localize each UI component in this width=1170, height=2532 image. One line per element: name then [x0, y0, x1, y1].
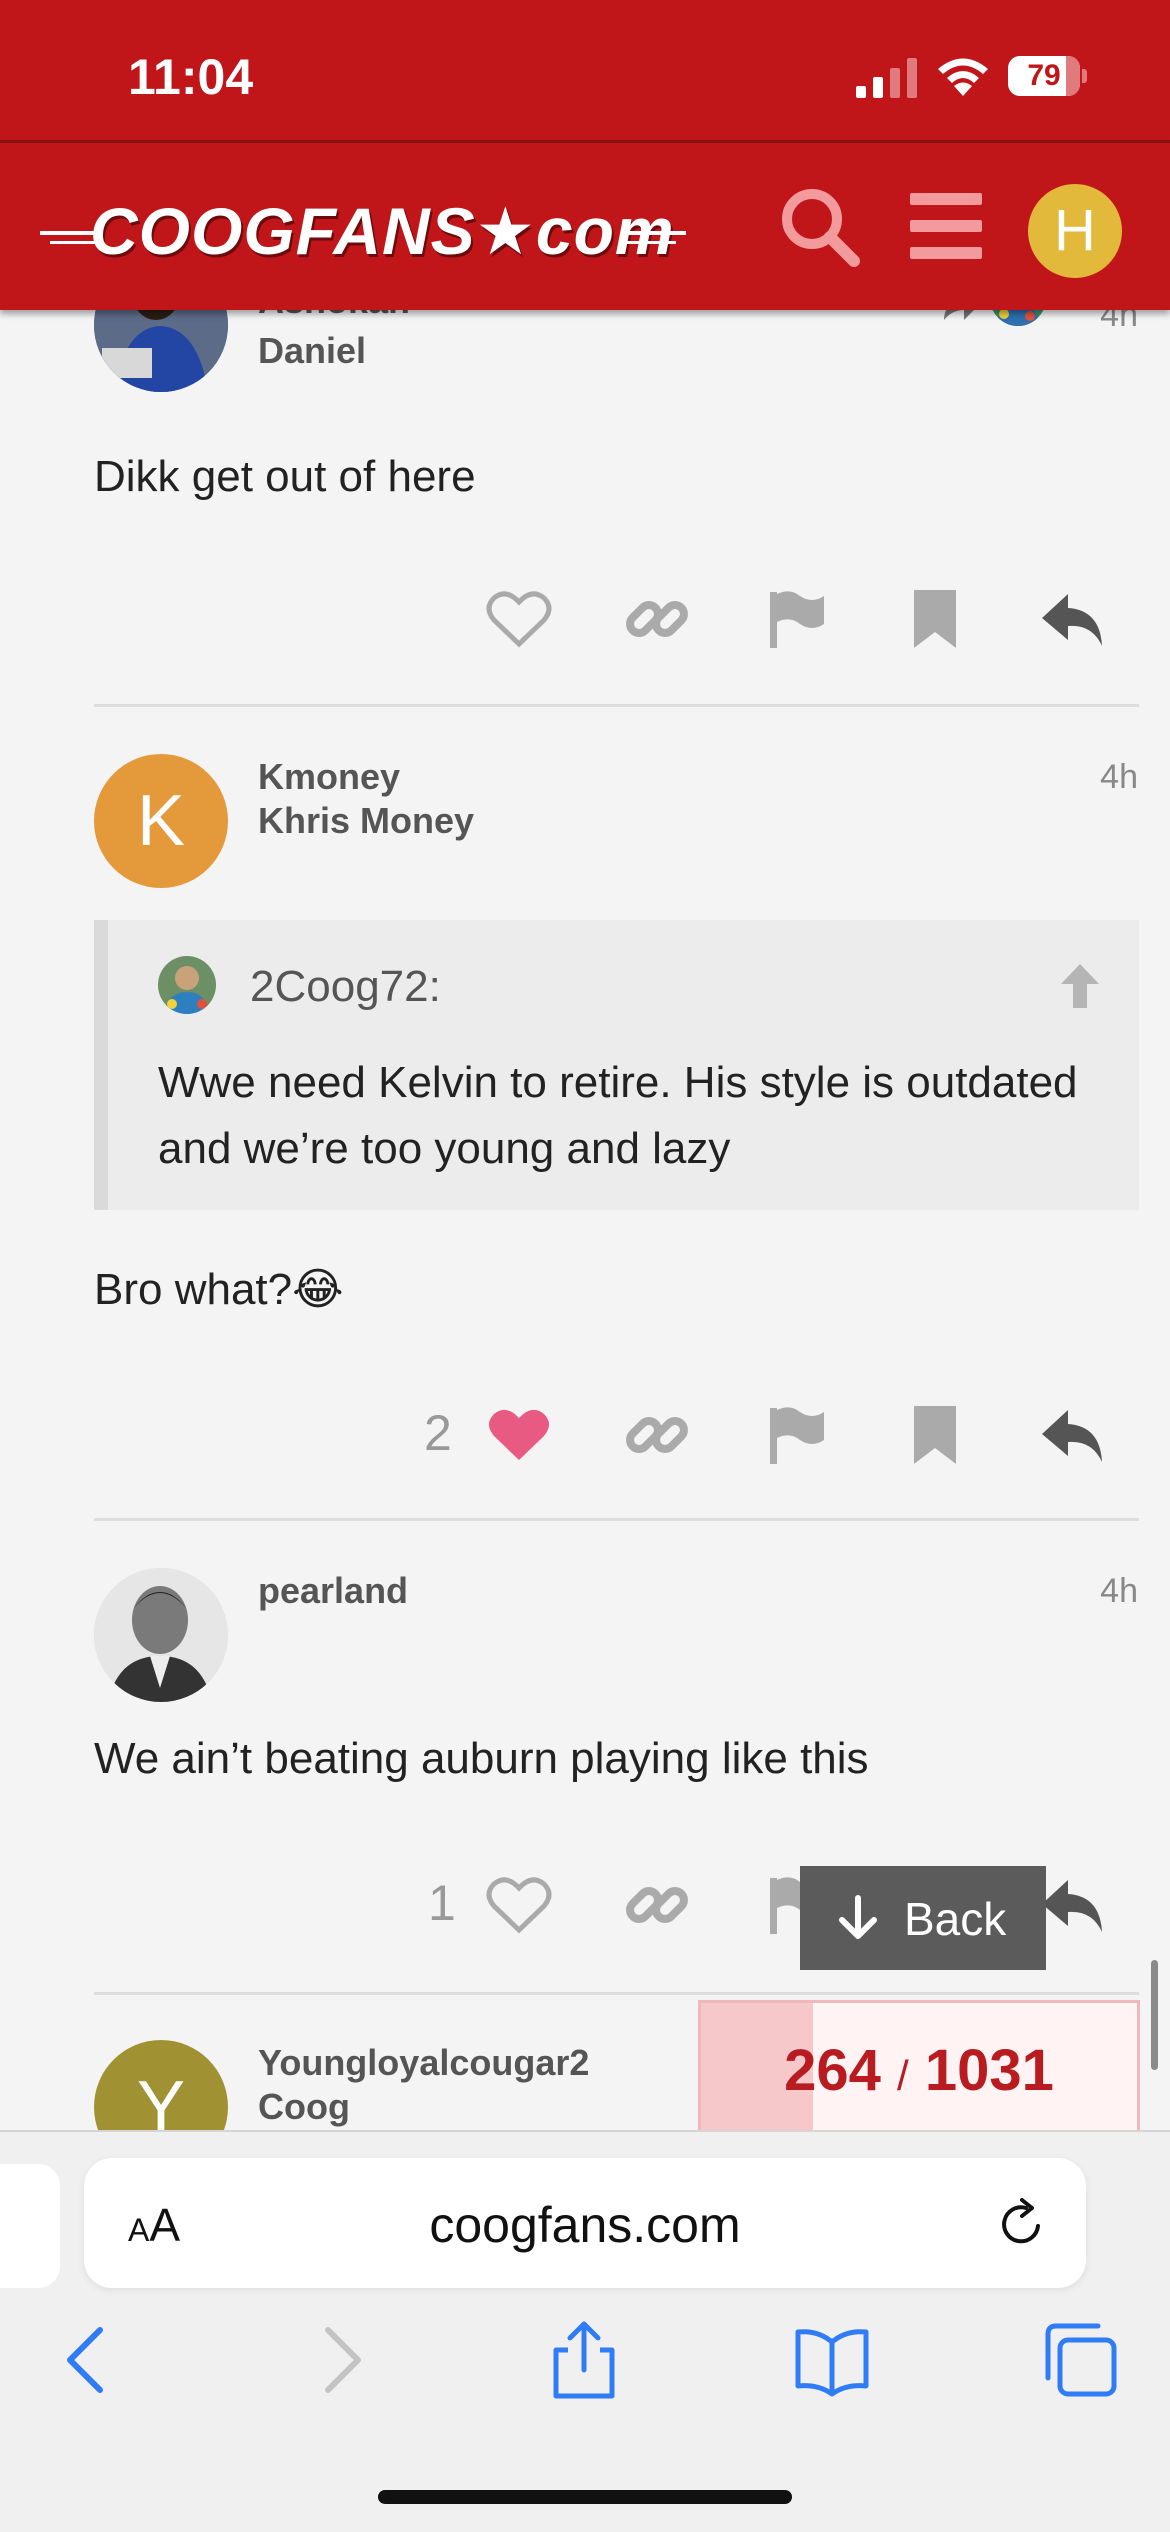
flag-icon[interactable] [762, 1400, 832, 1470]
reply-to-avatar[interactable] [990, 310, 1046, 326]
url-text[interactable]: coogfans.com [84, 2196, 1086, 2254]
post-username[interactable]: Daniel [258, 330, 366, 372]
previous-tab[interactable] [0, 2164, 60, 2288]
post-divider [94, 1992, 1139, 1995]
progress-total: 1031 [924, 2038, 1054, 2103]
avatar[interactable]: Y [94, 2040, 228, 2130]
arrow-up-icon[interactable] [1053, 958, 1107, 1012]
like-count[interactable]: 1 [428, 1874, 456, 1932]
back-nav-icon[interactable] [48, 2320, 128, 2400]
post-full-name[interactable]: Coog [258, 2086, 350, 2128]
post-username-top[interactable]: Ashokan [258, 310, 410, 322]
tabs-icon[interactable] [1040, 2320, 1120, 2400]
back-button-label: Back [904, 1893, 1007, 1945]
avatar[interactable]: K [94, 754, 228, 888]
site-header: COOGFANS★com H [0, 140, 1170, 310]
post-time[interactable]: 4h [1100, 310, 1138, 335]
user-avatar-button[interactable]: H [1028, 184, 1122, 278]
flag-icon[interactable] [762, 584, 832, 654]
avatar[interactable] [94, 1568, 228, 1702]
bookmark-icon[interactable] [900, 1400, 970, 1470]
post-username[interactable]: Kmoney [258, 756, 400, 798]
search-icon[interactable] [776, 183, 862, 269]
copy-link-icon[interactable] [622, 1870, 692, 1940]
liked-heart-icon[interactable] [484, 1400, 554, 1470]
avatar[interactable] [94, 310, 228, 392]
like-count[interactable]: 2 [424, 1404, 452, 1462]
reply-to-icon[interactable] [940, 310, 980, 324]
copy-link-icon[interactable] [622, 1400, 692, 1470]
progress-current: 264 [784, 2038, 881, 2103]
quote-text: Wwe need Kelvin to retire. His style is … [158, 1058, 1078, 1173]
progress-separator: / [897, 2052, 909, 2099]
browser-bar: AAAA coogfans.com [0, 2130, 1170, 2532]
home-indicator [378, 2490, 792, 2504]
status-bar: 11:04 79 [0, 0, 1170, 140]
topic-posts: Ashokan Daniel 4h Dikk get out of here K… [0, 310, 1170, 2130]
post-divider [94, 704, 1139, 707]
address-bar[interactable]: AAAA coogfans.com [84, 2158, 1086, 2288]
reply-icon[interactable] [1038, 584, 1108, 654]
post-time[interactable]: 4h [1100, 1572, 1138, 1611]
post-divider [94, 1518, 1139, 1521]
forward-nav-icon[interactable] [300, 2320, 380, 2400]
post-body: Dikk get out of here [94, 452, 476, 501]
quote-username[interactable]: 2Coog72: [250, 962, 441, 1012]
copy-link-icon[interactable] [622, 584, 692, 654]
reload-icon[interactable] [994, 2196, 1050, 2252]
progress-text: 264 / 1031 [701, 2037, 1137, 2104]
post-username[interactable]: pearland [258, 1570, 408, 1612]
scrollbar[interactable] [1151, 1960, 1158, 2070]
battery-icon: 79 [1008, 56, 1087, 96]
post-quote: 2Coog72: Wwe need Kelvin to retire. His … [94, 920, 1139, 1210]
hamburger-menu-icon[interactable] [908, 183, 984, 269]
reply-icon[interactable] [1038, 1400, 1108, 1470]
share-icon[interactable] [544, 2320, 624, 2400]
back-button[interactable]: Back [800, 1866, 1046, 1970]
post-username[interactable]: Youngloyalcougar2 [258, 2042, 589, 2084]
site-logo[interactable]: COOGFANS★com [40, 179, 690, 279]
arrow-down-icon [839, 1895, 877, 1939]
topic-progress[interactable]: 264 / 1031 [698, 2000, 1140, 2130]
post-body: We ain’t beating auburn playing like thi… [94, 1734, 869, 1783]
bookmark-icon[interactable] [900, 584, 970, 654]
wifi-icon [938, 58, 988, 96]
like-icon[interactable] [484, 584, 554, 654]
quote-avatar [158, 956, 216, 1014]
post-full-name[interactable]: Khris Money [258, 800, 474, 842]
bookmarks-icon[interactable] [792, 2320, 872, 2400]
reply-icon[interactable] [1038, 1870, 1108, 1940]
status-time: 11:04 [128, 49, 254, 105]
battery-level: 79 [1008, 56, 1080, 96]
like-icon[interactable] [484, 1870, 554, 1940]
post-time[interactable]: 4h [1100, 758, 1138, 797]
logo-text: COOGFANS★com [90, 194, 675, 268]
cellular-signal-icon [856, 58, 917, 98]
post-body: Bro what?😂 [94, 1265, 344, 1314]
